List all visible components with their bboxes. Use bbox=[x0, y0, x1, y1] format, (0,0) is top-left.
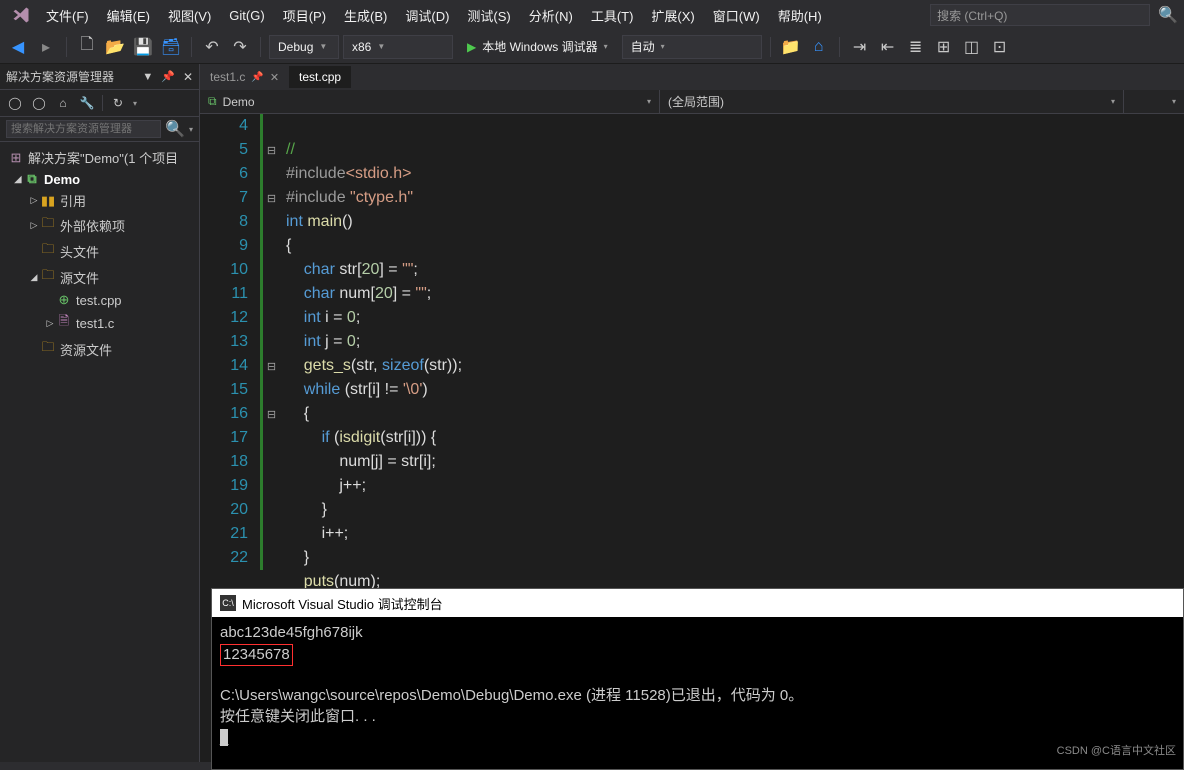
save-button[interactable]: 💾 bbox=[131, 35, 155, 59]
menu-window[interactable]: 窗口(W) bbox=[705, 2, 768, 29]
undo-button[interactable]: ↶ bbox=[200, 35, 224, 59]
scope-member[interactable]: ▾ bbox=[1124, 90, 1184, 113]
menu-git[interactable]: Git(G) bbox=[221, 4, 272, 27]
solution-root[interactable]: ⊞解决方案"Demo"(1 个项目 bbox=[0, 146, 199, 169]
redo-button[interactable]: ↷ bbox=[228, 35, 252, 59]
menu-extensions[interactable]: 扩展(X) bbox=[643, 2, 702, 29]
console-icon: C:\ bbox=[220, 595, 236, 611]
scope-global[interactable]: (全局范围)▾ bbox=[660, 90, 1124, 113]
solution-tree: ⊞解决方案"Demo"(1 个项目 ◢⧉Demo ▷▮▮引用 ▷🗀外部依赖项 🗀… bbox=[0, 142, 199, 366]
editor-tabs: test1.c📌✕ test.cpp bbox=[200, 64, 1184, 90]
sync-icon[interactable]: 🔧 bbox=[78, 94, 96, 112]
tab-test-cpp[interactable]: test.cpp bbox=[289, 66, 351, 88]
menu-analyze[interactable]: 分析(N) bbox=[521, 2, 581, 29]
console-titlebar[interactable]: C:\ Microsoft Visual Studio 调试控制台 bbox=[212, 589, 1183, 617]
external-deps-node[interactable]: ▷🗀外部依赖项 bbox=[0, 212, 199, 238]
pin-icon[interactable]: 📌 bbox=[251, 72, 263, 83]
close-icon[interactable]: ✕ bbox=[183, 70, 193, 84]
project-node[interactable]: ◢⧉Demo bbox=[0, 169, 199, 189]
references-node[interactable]: ▷▮▮引用 bbox=[0, 189, 199, 212]
tb-icon-6[interactable]: ⊞ bbox=[932, 35, 956, 59]
headers-node[interactable]: 🗀头文件 bbox=[0, 238, 199, 264]
close-icon[interactable]: ✕ bbox=[270, 71, 279, 84]
menu-test[interactable]: 测试(S) bbox=[459, 2, 518, 29]
scope-project[interactable]: ⧉Demo▾ bbox=[200, 90, 660, 113]
solution-explorer-header: 解决方案资源管理器 ▼ 📌 ✕ bbox=[0, 64, 199, 90]
console-title-text: Microsoft Visual Studio 调试控制台 bbox=[242, 594, 443, 613]
menu-bar: 文件(F) 编辑(E) 视图(V) Git(G) 项目(P) 生成(B) 调试(… bbox=[0, 0, 1184, 30]
file-test-cpp[interactable]: ⊕test.cpp bbox=[0, 290, 199, 310]
new-project-button[interactable]: 🗋 bbox=[75, 35, 99, 59]
menu-build[interactable]: 生成(B) bbox=[336, 2, 395, 29]
watermark: CSDN @C语言中文社区 bbox=[1057, 742, 1176, 758]
menu-file[interactable]: 文件(F) bbox=[38, 2, 97, 29]
home-icon[interactable]: ⌂ bbox=[54, 94, 72, 112]
nav-back-button[interactable]: ◀ bbox=[6, 35, 30, 59]
global-search[interactable]: 搜索 (Ctrl+Q) bbox=[930, 4, 1150, 26]
run-debugger-button[interactable]: ▶本地 Windows 调试器▾ bbox=[457, 35, 618, 59]
forward-icon[interactable]: ◯ bbox=[30, 94, 48, 112]
play-icon: ▶ bbox=[467, 40, 476, 54]
search-icon[interactable]: 🔍 bbox=[1158, 5, 1178, 25]
menu-project[interactable]: 项目(P) bbox=[275, 2, 334, 29]
search-placeholder: 搜索 (Ctrl+Q) bbox=[937, 7, 1007, 24]
console-output: abc123de45fgh678ijk 12345678 C:\Users\wa… bbox=[212, 617, 1183, 769]
solution-explorer: 解决方案资源管理器 ▼ 📌 ✕ ◯ ◯ ⌂ 🔧 ↻ ▾ 🔍 ▾ ⊞解决方案"De… bbox=[0, 64, 200, 762]
tb-icon-1[interactable]: 📁 bbox=[779, 35, 803, 59]
tb-icon-4[interactable]: ⇤ bbox=[876, 35, 900, 59]
menu-edit[interactable]: 编辑(E) bbox=[99, 2, 158, 29]
open-button[interactable]: 📂 bbox=[103, 35, 127, 59]
menu-help[interactable]: 帮助(H) bbox=[770, 2, 830, 29]
menu-debug[interactable]: 调试(D) bbox=[397, 2, 457, 29]
sources-node[interactable]: ◢🗀源文件 bbox=[0, 264, 199, 290]
pin-icon[interactable]: 📌 bbox=[161, 70, 175, 83]
resources-node[interactable]: 🗀资源文件 bbox=[0, 336, 199, 362]
search-icon[interactable]: 🔍 bbox=[161, 119, 189, 139]
tb-icon-5[interactable]: ≣ bbox=[904, 35, 928, 59]
vs-logo-icon bbox=[6, 6, 36, 24]
config-combo[interactable]: Debug▼ bbox=[269, 35, 339, 59]
platform-combo[interactable]: x86▼ bbox=[343, 35, 453, 59]
tb-icon-2[interactable]: ⌂ bbox=[807, 35, 831, 59]
solution-search: 🔍 ▾ bbox=[0, 117, 199, 142]
dropdown-icon[interactable]: ▼ bbox=[142, 71, 153, 83]
code-navbar: ⧉Demo▾ (全局范围)▾ ▾ bbox=[200, 90, 1184, 114]
save-all-button[interactable]: 🗃 bbox=[159, 35, 183, 59]
nav-forward-button[interactable]: ▸ bbox=[34, 35, 58, 59]
solution-explorer-title: 解决方案资源管理器 bbox=[6, 68, 138, 85]
tab-test1-c[interactable]: test1.c📌✕ bbox=[200, 66, 289, 88]
menu-view[interactable]: 视图(V) bbox=[160, 2, 219, 29]
file-test1-c[interactable]: ▷🗎test1.c bbox=[0, 310, 199, 336]
refresh-icon[interactable]: ↻ bbox=[109, 94, 127, 112]
debug-console-window: C:\ Microsoft Visual Studio 调试控制台 abc123… bbox=[211, 588, 1184, 770]
back-icon[interactable]: ◯ bbox=[6, 94, 24, 112]
tb-icon-7[interactable]: ◫ bbox=[960, 35, 984, 59]
solution-search-input[interactable] bbox=[6, 120, 161, 138]
main-toolbar: ◀ ▸ 🗋 📂 💾 🗃 ↶ ↷ Debug▼ x86▼ ▶本地 Windows … bbox=[0, 30, 1184, 64]
console-prompt-line: 按任意键关闭此窗口. . . bbox=[220, 708, 376, 725]
tb-icon-3[interactable]: ⇥ bbox=[848, 35, 872, 59]
console-output-highlight: 12345678 bbox=[220, 644, 293, 666]
console-exit-line: C:\Users\wangc\source\repos\Demo\Debug\D… bbox=[220, 687, 803, 704]
auto-combo[interactable]: 自动▾ bbox=[622, 35, 762, 59]
menu-tools[interactable]: 工具(T) bbox=[583, 2, 642, 29]
console-input-line: abc123de45fgh678ijk bbox=[220, 624, 363, 641]
solution-toolbar: ◯ ◯ ⌂ 🔧 ↻ ▾ bbox=[0, 90, 199, 117]
tb-icon-8[interactable]: ⊡ bbox=[988, 35, 1012, 59]
